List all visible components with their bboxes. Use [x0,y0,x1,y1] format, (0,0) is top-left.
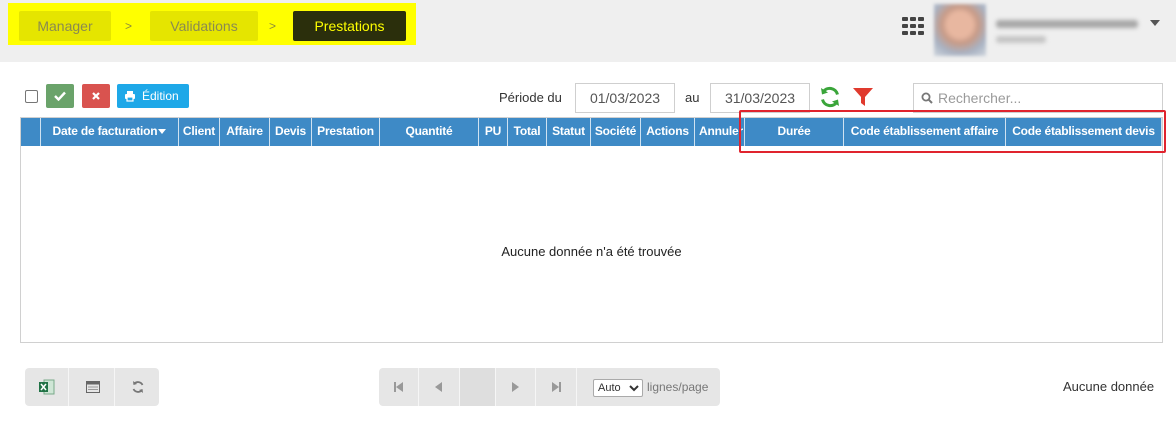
user-name-redacted [996,20,1138,28]
empty-message: Aucune donnée n'a été trouvée [501,244,682,259]
reload-icon [132,381,144,393]
breadcrumb: Manager > Validations > Prestations [8,3,416,45]
column-societe[interactable]: Société [591,118,641,146]
search-field[interactable] [913,83,1163,113]
breadcrumb-validations[interactable]: Validations [150,11,258,41]
excel-export-button[interactable] [25,368,69,406]
column-prestation[interactable]: Prestation [312,118,380,146]
breadcrumb-separator: > [125,19,133,33]
column-pu[interactable]: PU [479,118,508,146]
reject-button[interactable] [82,84,110,108]
next-page-button[interactable] [496,368,536,406]
excel-icon [39,379,55,395]
reload-button[interactable] [117,368,161,406]
column-total[interactable]: Total [508,118,547,146]
check-icon [54,91,66,102]
export-toolbar [25,368,159,406]
filter-icon[interactable] [852,86,874,108]
apps-grid-icon[interactable] [902,17,926,35]
pager: Auto lignes/page [379,368,720,406]
last-page-icon [552,382,559,392]
top-bar: Manager > Validations > Prestations [0,0,1176,62]
chevron-down-icon[interactable] [1150,20,1160,26]
page-size-select[interactable]: Auto [593,379,643,397]
refresh-icon[interactable] [818,85,842,109]
search-icon [921,92,933,104]
column-devis[interactable]: Devis [270,118,312,146]
first-page-button[interactable] [379,368,419,406]
previous-page-button[interactable] [419,368,460,406]
date-to-input[interactable]: 31/03/2023 [710,83,810,113]
edition-button[interactable]: Édition [117,84,189,108]
columns-config-button[interactable] [71,368,115,406]
last-page-button[interactable] [536,368,577,406]
select-all-checkbox[interactable] [25,90,38,103]
column-label: Date de facturation [52,124,158,138]
column-actions[interactable]: Actions [641,118,695,146]
validate-button[interactable] [46,84,74,108]
periode-label: Période du [499,90,562,105]
next-icon [512,382,519,392]
current-page-field[interactable] [460,368,496,406]
sort-desc-icon [158,129,167,135]
column-statut[interactable]: Statut [547,118,591,146]
close-icon [92,92,100,100]
edition-label: Édition [142,89,179,103]
breadcrumb-manager[interactable]: Manager [19,11,111,41]
au-label: au [685,90,700,105]
column-date-facturation[interactable]: Date de facturation [41,118,179,146]
column-quantite[interactable]: Quantité [380,118,479,146]
column-select [21,118,41,146]
annotation-highlight-frame [739,110,1166,153]
date-from-input[interactable]: 01/03/2023 [575,83,675,113]
previous-icon [435,382,442,392]
avatar[interactable] [934,4,986,56]
printer-icon [125,91,135,102]
column-annuler[interactable]: Annuler [695,118,745,146]
column-affaire[interactable]: Affaire [220,118,270,146]
breadcrumb-separator: > [269,19,277,33]
lines-per-page-label: lignes/page [647,380,709,394]
table-icon [86,381,100,393]
column-client[interactable]: Client [179,118,220,146]
breadcrumb-prestations[interactable]: Prestations [293,11,406,41]
pager-status: Aucune donnée [1063,379,1155,394]
user-role-redacted [996,36,1046,43]
search-input[interactable] [938,88,1158,108]
